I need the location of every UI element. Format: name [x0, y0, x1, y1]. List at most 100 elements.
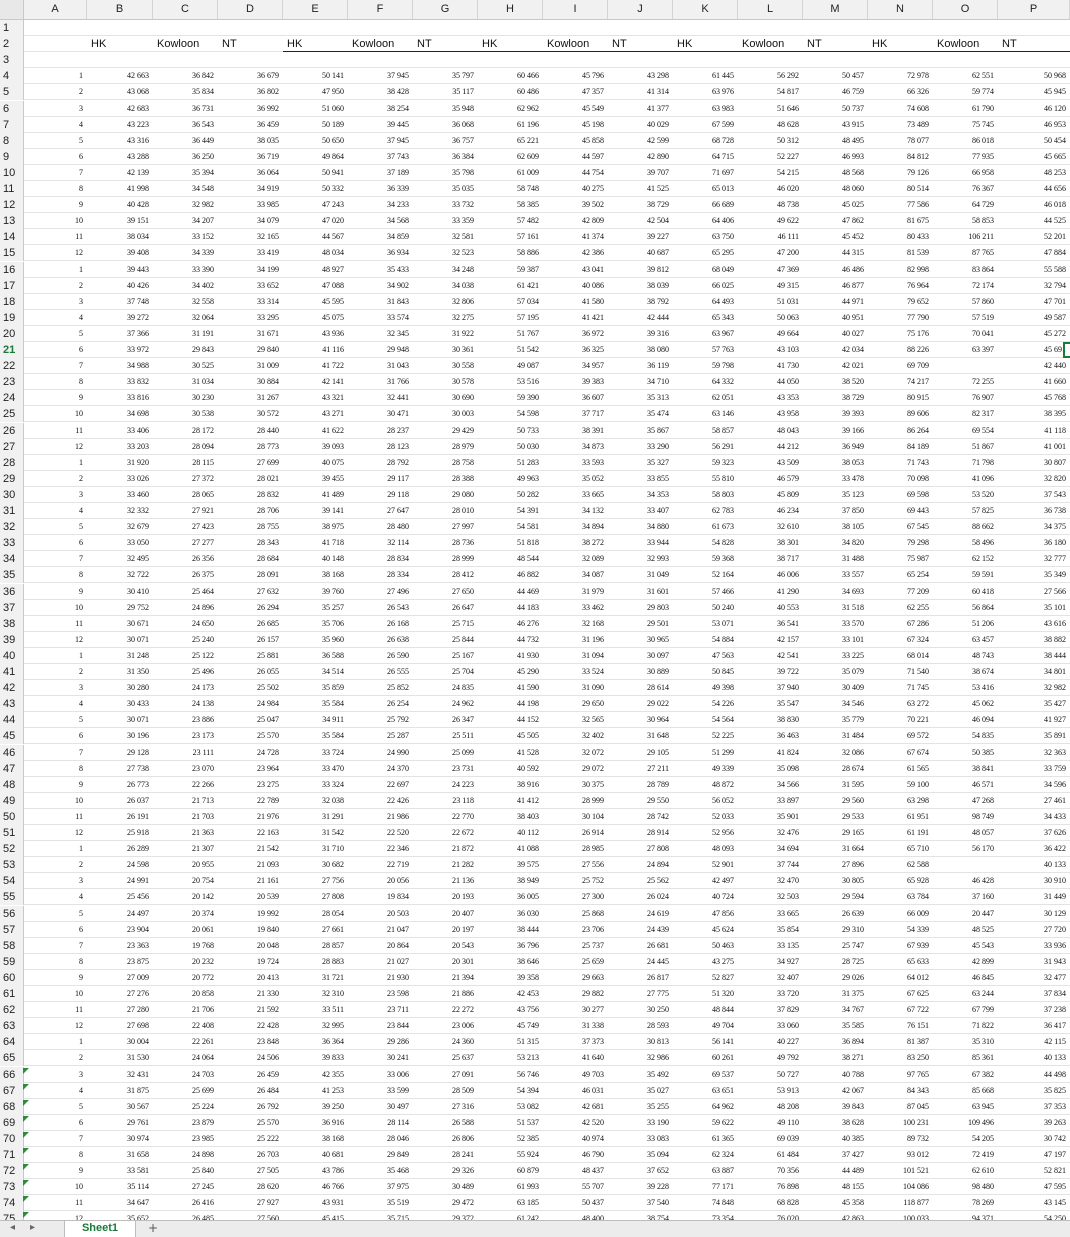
value-cell[interactable]: 32 165: [218, 229, 283, 245]
value-cell[interactable]: 34 132: [543, 503, 608, 519]
value-cell[interactable]: 26 773: [87, 777, 153, 793]
value-cell[interactable]: 27 009: [87, 970, 153, 986]
value-cell[interactable]: 25 704: [413, 664, 478, 680]
value-cell[interactable]: 41 580: [543, 294, 608, 310]
value-cell[interactable]: 75 176: [868, 326, 933, 342]
value-cell[interactable]: 30 965: [608, 632, 673, 648]
value-cell[interactable]: 81 539: [868, 245, 933, 261]
value-cell[interactable]: 30 558: [413, 358, 478, 374]
value-cell[interactable]: 75 745: [933, 117, 998, 133]
value-cell[interactable]: 33 290: [608, 439, 673, 455]
row-header[interactable]: 49: [0, 792, 24, 809]
row-header[interactable]: 42: [0, 680, 24, 697]
value-cell[interactable]: 69 537: [673, 1067, 738, 1083]
value-cell[interactable]: 40 974: [543, 1131, 608, 1147]
value-cell[interactable]: 38 830: [738, 712, 803, 728]
value-cell[interactable]: 30 742: [998, 1131, 1070, 1147]
value-cell[interactable]: 33 470: [283, 761, 348, 777]
value-cell[interactable]: 31 664: [803, 841, 868, 857]
value-cell[interactable]: 35 027: [608, 1083, 673, 1099]
value-cell[interactable]: 50 312: [738, 133, 803, 149]
value-cell[interactable]: 33 419: [218, 245, 283, 261]
value-cell[interactable]: 59 798: [673, 358, 738, 374]
row-header[interactable]: 45: [0, 728, 24, 745]
value-cell[interactable]: 24 991: [87, 873, 153, 889]
value-cell[interactable]: 30 196: [87, 728, 153, 744]
value-cell[interactable]: 26 639: [803, 906, 868, 922]
value-cell[interactable]: 26 792: [218, 1099, 283, 1115]
value-cell[interactable]: 51 206: [933, 616, 998, 632]
value-cell[interactable]: 33 972: [87, 342, 153, 358]
month-cell[interactable]: 8: [24, 374, 87, 390]
value-cell[interactable]: 63 244: [933, 986, 998, 1002]
value-cell[interactable]: 38 053: [803, 455, 868, 471]
value-cell[interactable]: 23 886: [153, 712, 218, 728]
value-cell[interactable]: 45 025: [803, 197, 868, 213]
value-cell[interactable]: 88 662: [933, 519, 998, 535]
value-cell[interactable]: 38 105: [803, 519, 868, 535]
value-cell[interactable]: 26 289: [87, 841, 153, 857]
value-cell[interactable]: 44 212: [738, 439, 803, 455]
value-cell[interactable]: 44 525: [998, 213, 1070, 229]
value-cell[interactable]: 51 283: [478, 455, 543, 471]
value-cell[interactable]: 40 227: [738, 1034, 803, 1050]
value-cell[interactable]: 50 968: [998, 68, 1070, 84]
value-cell[interactable]: 68 049: [673, 262, 738, 278]
value-cell[interactable]: 33 462: [543, 600, 608, 616]
value-cell[interactable]: 45 691: [998, 342, 1070, 358]
value-cell[interactable]: 47 243: [283, 197, 348, 213]
value-cell[interactable]: 33 314: [218, 294, 283, 310]
value-cell[interactable]: 28 241: [413, 1147, 478, 1163]
value-cell[interactable]: 63 185: [478, 1195, 543, 1211]
value-cell[interactable]: 39 707: [608, 165, 673, 181]
value-cell[interactable]: 44 732: [478, 632, 543, 648]
value-cell[interactable]: 34 957: [543, 358, 608, 374]
value-cell[interactable]: 34 038: [413, 278, 478, 294]
month-cell[interactable]: 11: [24, 229, 87, 245]
value-cell[interactable]: 56 170: [933, 841, 998, 857]
value-cell[interactable]: 26 375: [153, 567, 218, 583]
value-cell[interactable]: 28 010: [413, 503, 478, 519]
value-cell[interactable]: 52 201: [998, 229, 1070, 245]
value-cell[interactable]: 22 272: [413, 1002, 478, 1018]
value-cell[interactable]: 33 190: [608, 1115, 673, 1131]
value-cell[interactable]: 66 689: [673, 197, 738, 213]
row-header[interactable]: 29: [0, 470, 24, 487]
value-cell[interactable]: 23 006: [413, 1018, 478, 1034]
value-cell[interactable]: 36 757: [413, 133, 478, 149]
month-cell[interactable]: 5: [24, 1099, 87, 1115]
value-cell[interactable]: 38 949: [478, 873, 543, 889]
value-cell[interactable]: 33 524: [543, 664, 608, 680]
value-cell[interactable]: 29 849: [348, 1147, 413, 1163]
value-cell[interactable]: 50 941: [283, 165, 348, 181]
value-cell[interactable]: 48 568: [803, 165, 868, 181]
month-cell[interactable]: 9: [24, 777, 87, 793]
value-cell[interactable]: 30 097: [608, 648, 673, 664]
row-header[interactable]: 63: [0, 1018, 24, 1035]
value-cell[interactable]: 48 927: [283, 262, 348, 278]
value-cell[interactable]: 50 030: [478, 439, 543, 455]
value-cell[interactable]: 57 466: [673, 584, 738, 600]
value-cell[interactable]: 21 542: [218, 841, 283, 857]
value-cell[interactable]: 42 663: [87, 68, 153, 84]
value-cell[interactable]: 63 750: [673, 229, 738, 245]
month-cell[interactable]: 7: [24, 358, 87, 374]
value-cell[interactable]: 27 698: [87, 1018, 153, 1034]
value-cell[interactable]: 58 857: [673, 423, 738, 439]
value-cell[interactable]: 70 356: [738, 1163, 803, 1179]
row-header[interactable]: 28: [0, 454, 24, 471]
value-cell[interactable]: 63 457: [933, 632, 998, 648]
value-cell[interactable]: 27 661: [283, 922, 348, 938]
value-cell[interactable]: 43 616: [998, 616, 1070, 632]
value-cell[interactable]: 63 887: [673, 1163, 738, 1179]
value-cell[interactable]: 30 409: [803, 680, 868, 696]
row-header[interactable]: 55: [0, 889, 24, 906]
value-cell[interactable]: 65 221: [478, 133, 543, 149]
value-cell[interactable]: 28 999: [413, 551, 478, 567]
value-cell[interactable]: 32 820: [998, 471, 1070, 487]
value-cell[interactable]: 29 372: [413, 1211, 478, 1220]
value-cell[interactable]: 34 894: [543, 519, 608, 535]
value-cell[interactable]: 40 133: [998, 1050, 1070, 1066]
value-cell[interactable]: 25 637: [413, 1050, 478, 1066]
value-cell[interactable]: 31 875: [87, 1083, 153, 1099]
